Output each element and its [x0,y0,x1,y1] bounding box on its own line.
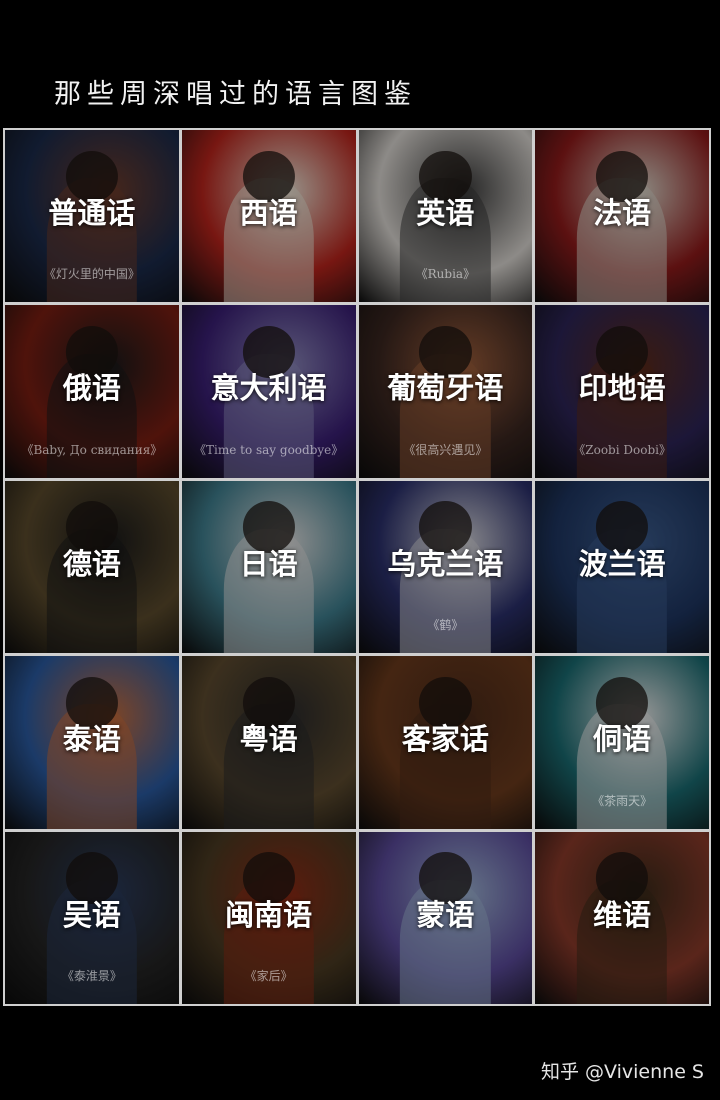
language-tile: 波兰语 [535,480,709,654]
language-label: 泰语 [62,722,121,757]
language-tile: 吴语 《泰淮景》 [5,831,179,1004]
song-caption: 《鹤》 [427,618,464,633]
language-label: 闽南语 [225,897,313,932]
language-tile: 维语 [535,831,709,1004]
language-tile: 粤语 [181,656,356,829]
language-label: 英语 [416,196,475,231]
language-label: 葡萄牙语 [387,371,504,406]
language-tile: 西语 [181,130,356,303]
language-tile: 侗语 《茶雨天》 [535,656,709,829]
language-tile: 客家话 [358,656,533,829]
song-caption: 《Rubia》 [415,267,476,282]
song-caption: 《茶雨天》 [592,793,653,808]
language-label: 西语 [239,196,298,231]
language-label: 蒙语 [416,897,475,932]
language-tile: 普通话《灯火里的中国》 [5,130,179,303]
language-label: 日语 [239,546,298,581]
language-label: 乌克兰语 [387,546,504,581]
language-label: 客家话 [401,722,489,757]
language-label: 德语 [62,546,121,581]
language-label: 侗语 [593,722,652,757]
language-tile: 葡萄牙语《很高兴遇见》 [358,305,533,478]
language-label: 波兰语 [578,546,666,581]
language-tile: 德语 [5,480,179,654]
language-label: 法语 [593,196,652,231]
language-tile-grid: 普通话《灯火里的中国》 西语 英语《Rubia》 法语俄语《Baby, До свид… [3,128,711,1006]
language-tile: 意大利语《Time to say goodbye》 [181,305,356,478]
language-tile: 日语 [181,480,356,654]
song-caption: 《Zoobi Doobi》 [573,442,671,457]
language-tile: 闽南语 《家后》 [181,831,356,1004]
language-label: 维语 [593,897,652,932]
language-label: 粤语 [239,722,298,757]
song-caption: 《Time to say goodbye》 [193,442,344,457]
language-tile: 俄语《Baby, До свидания》 [5,305,179,478]
language-tile: 印地语《Zoobi Doobi》 [535,305,709,478]
language-tile: 蒙语 [358,831,533,1004]
song-caption: 《灯火里的中国》 [43,267,140,282]
song-caption: 《很高兴遇见》 [403,442,488,457]
language-label: 吴语 [62,897,121,932]
language-label: 印地语 [578,371,666,406]
watermark: 知乎 @Vivienne S [541,1061,704,1083]
song-caption: 《Baby, До свидания》 [21,442,163,457]
song-caption: 《泰淮景》 [61,968,122,983]
language-tile: 泰语 [5,656,179,829]
language-label: 普通话 [48,196,136,231]
page-title: 那些周深唱过的语言图鉴 [54,79,417,110]
language-label: 俄语 [62,371,121,406]
language-label: 意大利语 [210,371,327,406]
language-tile: 英语《Rubia》 [358,130,533,303]
language-tile: 乌克兰语 《鹤》 [358,480,533,654]
song-caption: 《家后》 [244,968,293,983]
language-tile: 法语 [535,130,709,303]
